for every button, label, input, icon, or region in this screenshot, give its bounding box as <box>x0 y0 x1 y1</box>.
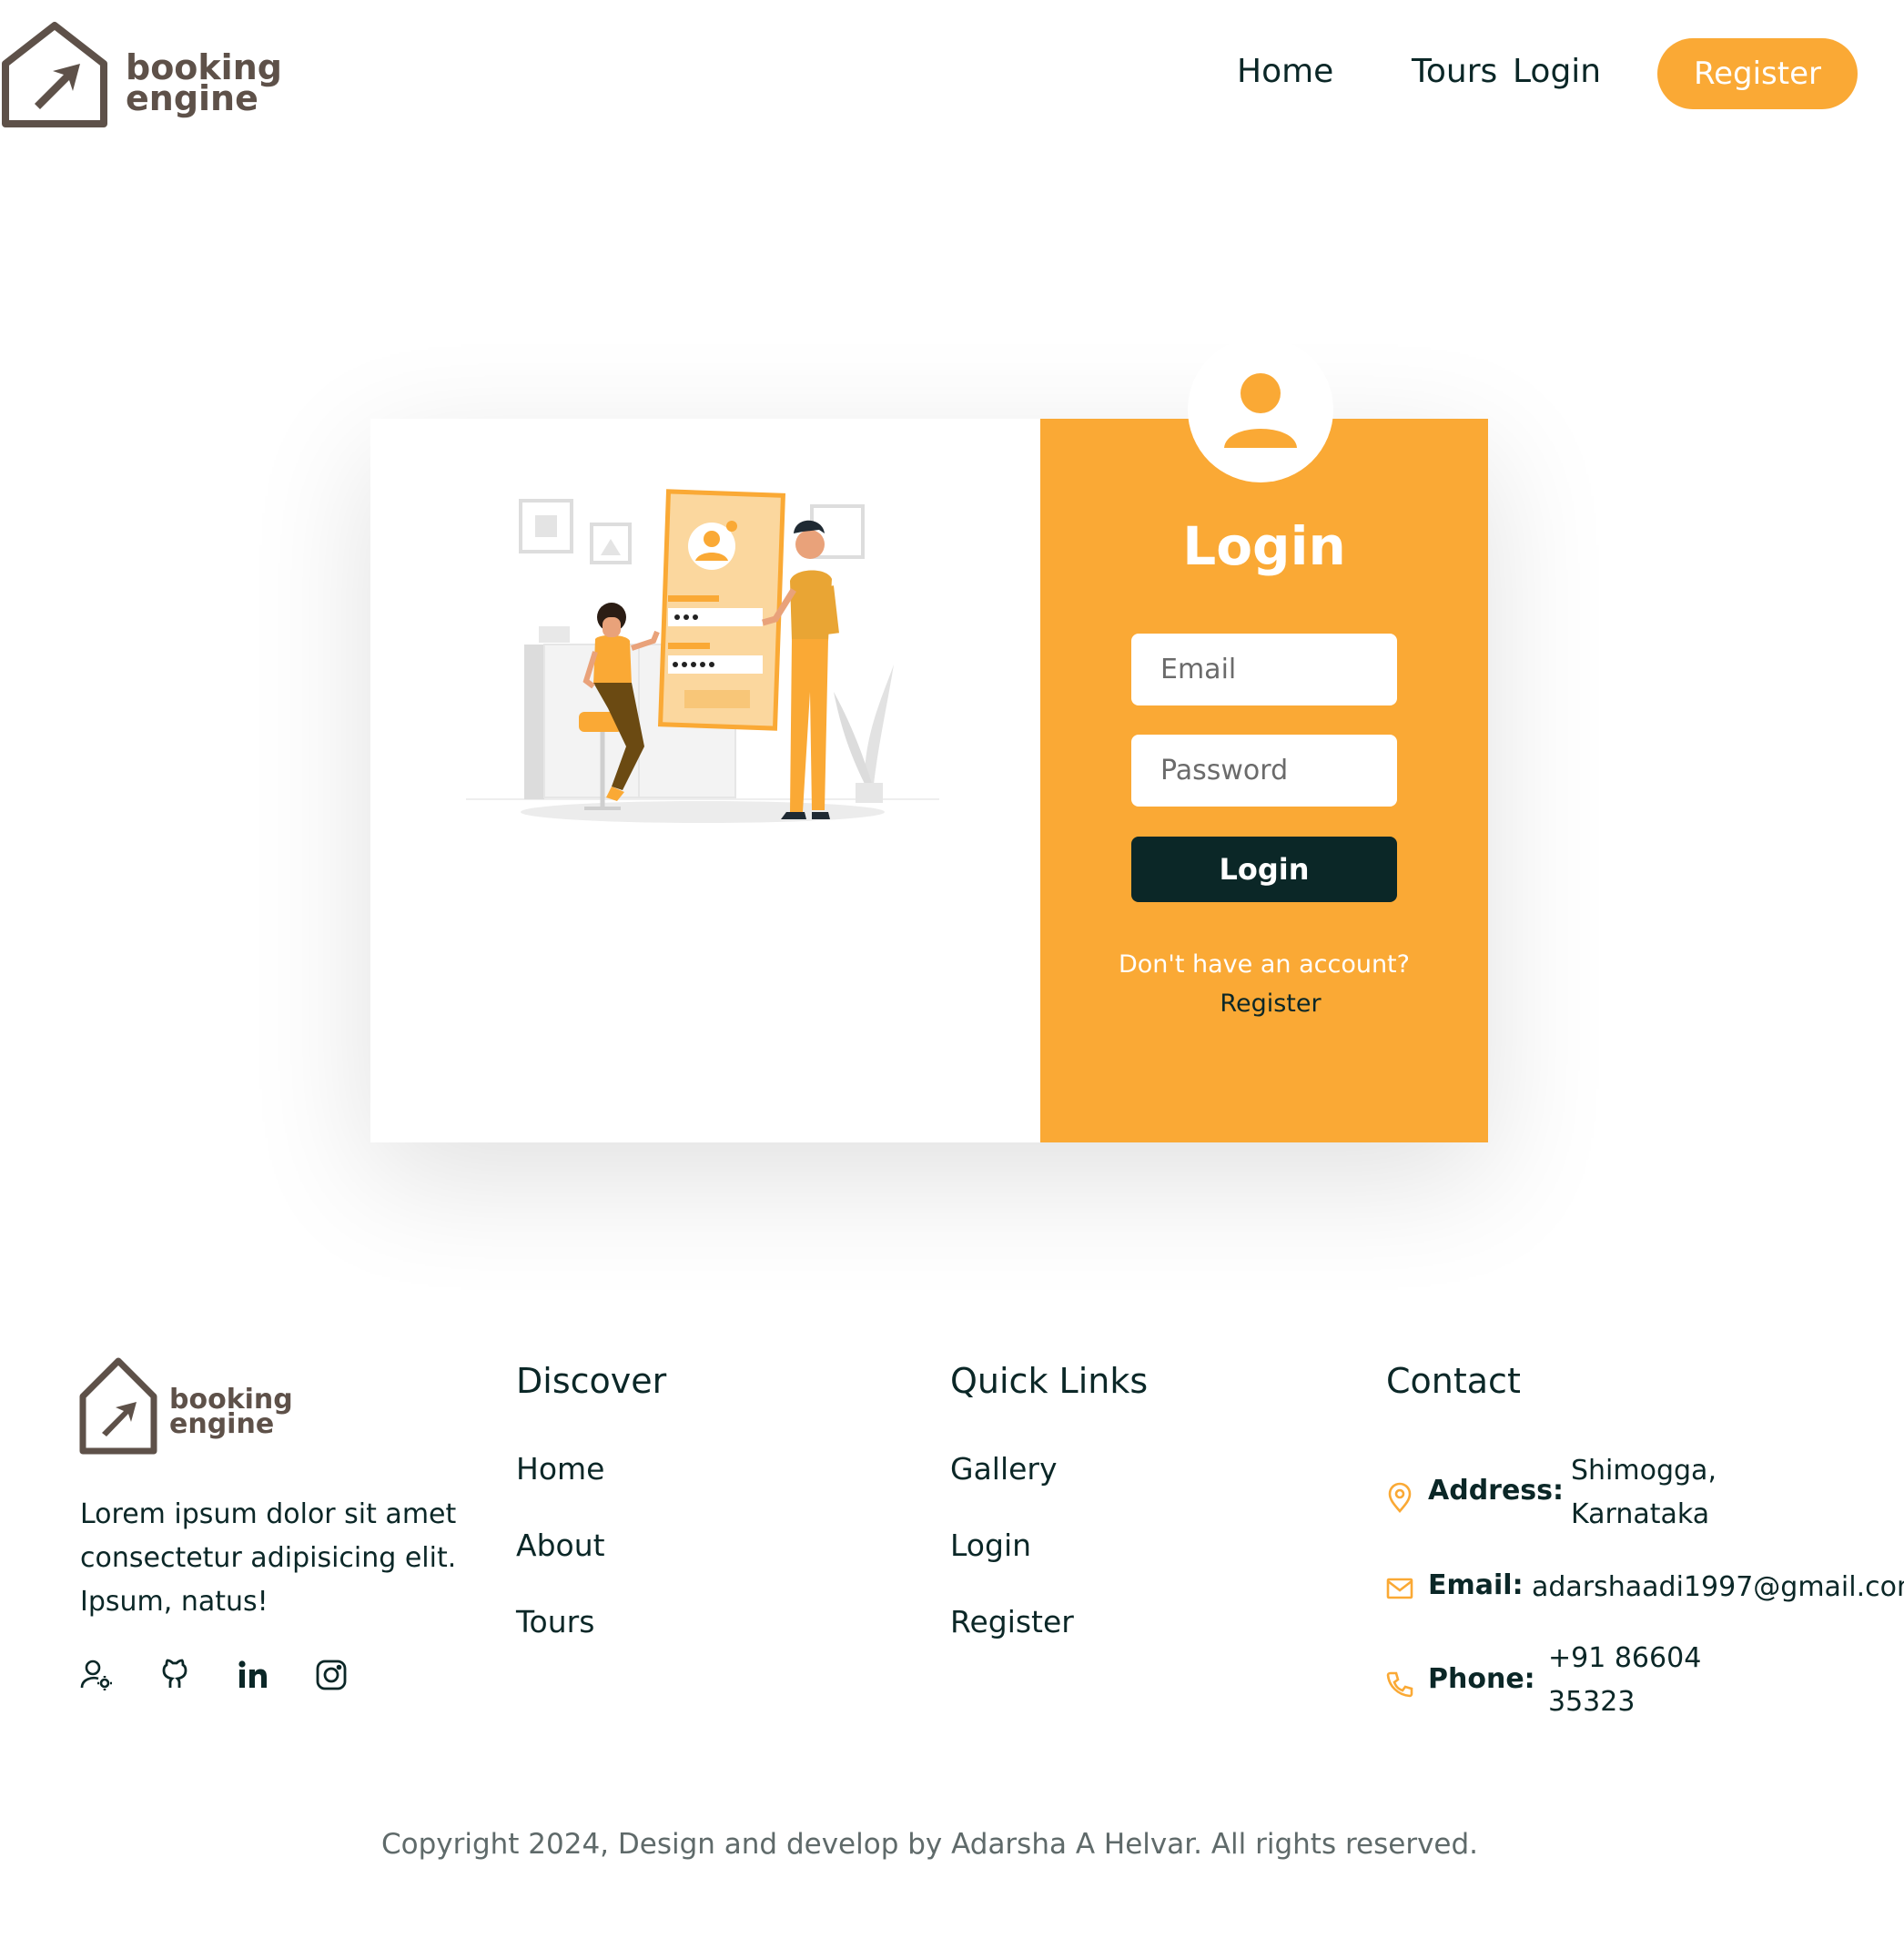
footer-link-about[interactable]: About <box>516 1528 605 1563</box>
brand-logo[interactable]: booking engine <box>0 20 282 131</box>
login-card: Login Login Don't have an account? Regist… <box>370 337 1488 1142</box>
mail-icon <box>1386 1578 1413 1599</box>
quick-links-title: Quick Links <box>950 1361 1149 1401</box>
signup-prompt: Don't have an account? <box>1119 950 1410 979</box>
linkedin-icon[interactable] <box>237 1659 269 1691</box>
phone-value-line2: 35323 <box>1548 1686 1636 1718</box>
phone-value-line1: +91 86604 <box>1548 1642 1702 1674</box>
phone-icon <box>1386 1671 1413 1698</box>
phone-value: +91 86604 35323 <box>1548 1637 1701 1724</box>
copyright-text: Copyright 2024, Design and develop by Ad… <box>380 1828 1479 1861</box>
contact-phone: Phone: <box>1386 1663 1535 1698</box>
avatar <box>1188 337 1333 482</box>
house-arrow-icon <box>2 22 107 127</box>
footer-link-home[interactable]: Home <box>516 1451 604 1487</box>
login-title: Login <box>1182 515 1346 577</box>
address-value-line1: Shimogga, <box>1571 1455 1717 1487</box>
instagram-icon[interactable] <box>315 1659 348 1691</box>
address-label: Address: <box>1428 1475 1565 1507</box>
footer-link-register[interactable]: Register <box>950 1604 1074 1639</box>
nav-login[interactable]: Login <box>1513 53 1601 90</box>
contact-address: Address: <box>1386 1475 1564 1513</box>
nav-tours[interactable]: Tours <box>1412 53 1497 90</box>
login-illustration-panel <box>370 419 1040 1142</box>
footer-brand-logo[interactable]: booking engine <box>78 1356 293 1457</box>
footer-link-gallery[interactable]: Gallery <box>950 1451 1058 1487</box>
social-links <box>80 1659 348 1691</box>
discover-title: Discover <box>516 1361 667 1401</box>
signup-prompt-line: Don't have an account? Register <box>1113 945 1415 1023</box>
login-form-panel: Login Login Don't have an account? Regist… <box>1040 337 1488 1142</box>
footer-link-login[interactable]: Login <box>950 1528 1031 1563</box>
house-arrow-icon <box>79 1357 157 1455</box>
footer-brand-line2: engine <box>169 1408 275 1440</box>
signup-register-link[interactable]: Register <box>1220 990 1321 1018</box>
nav-home[interactable]: Home <box>1237 53 1333 90</box>
user-icon <box>1224 373 1297 448</box>
password-field[interactable] <box>1131 735 1397 807</box>
footer-link-tours[interactable]: Tours <box>516 1604 594 1639</box>
email-field[interactable] <box>1131 634 1397 705</box>
contact-title: Contact <box>1386 1361 1521 1401</box>
email-value[interactable]: adarshaadi1997@gmail.com <box>1532 1566 1904 1609</box>
github-icon[interactable] <box>158 1659 191 1691</box>
email-label: Email: <box>1428 1569 1524 1601</box>
login-button[interactable]: Login <box>1131 837 1397 902</box>
login-illustration <box>466 489 939 823</box>
address-value: Shimogga, Karnataka <box>1571 1449 1717 1537</box>
brand-line2: engine <box>126 78 258 118</box>
footer-description: Lorem ipsum dolor sit amet consectetur a… <box>80 1498 457 1618</box>
user-settings-icon[interactable] <box>80 1659 113 1691</box>
address-value-line2: Karnataka <box>1571 1498 1710 1530</box>
map-pin-icon <box>1388 1482 1412 1513</box>
contact-email: Email: <box>1386 1569 1524 1601</box>
header-register-button[interactable]: Register <box>1657 38 1858 109</box>
phone-label: Phone: <box>1428 1663 1535 1695</box>
